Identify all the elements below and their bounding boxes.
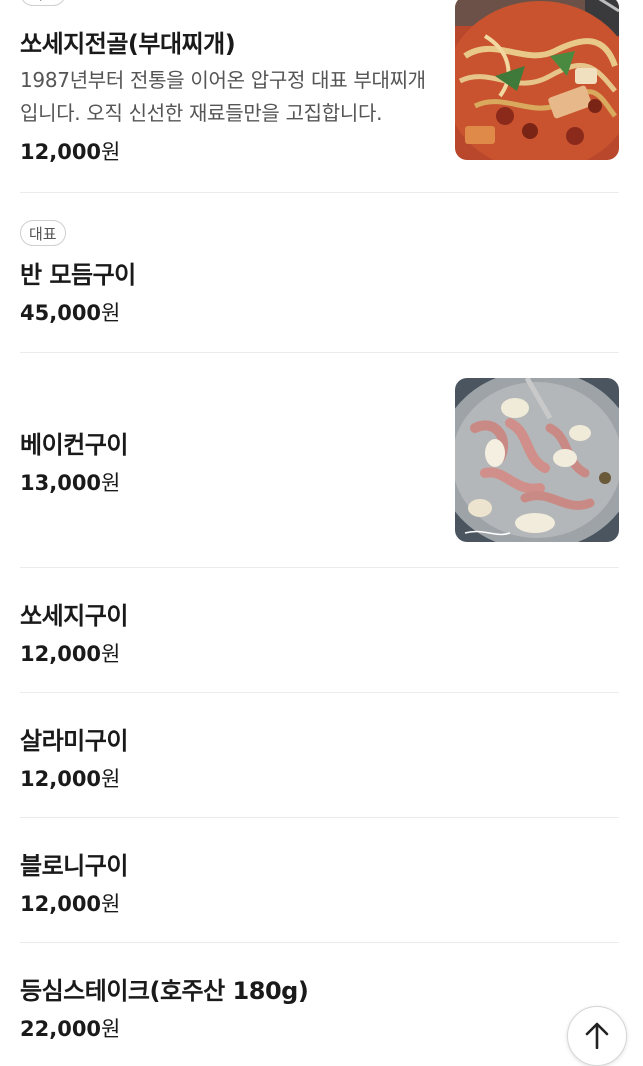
menu-item-sirloin-steak[interactable]: 등심스테이크(호주산 180g) 22,000원 xyxy=(20,943,619,1055)
menu-item-name: 반 모듬구이 xyxy=(20,261,136,289)
price-currency: 원 xyxy=(101,140,121,164)
price-currency: 원 xyxy=(101,892,121,916)
scroll-to-top-button[interactable] xyxy=(567,1006,627,1066)
arrow-up-icon xyxy=(584,1021,610,1053)
bacon-grill-photo[interactable] xyxy=(455,378,619,542)
menu-item-price: 12,000원 xyxy=(20,888,120,918)
price-currency: 원 xyxy=(101,301,121,325)
price-value: 12,000 xyxy=(20,140,102,164)
price-value: 13,000 xyxy=(20,471,102,495)
menu-item-half-assorted-grill[interactable]: 대표 반 모듬구이 45,000원 xyxy=(20,193,619,353)
menu-item-name: 블로니구이 xyxy=(20,852,128,880)
menu-item-price: 22,000원 xyxy=(20,1013,120,1043)
price-value: 12,000 xyxy=(20,767,102,791)
menu-item-sausage-grill[interactable]: 쏘세지구이 12,000원 xyxy=(20,568,619,693)
menu-item-budae-jjigae[interactable]: 대표 쏘세지전골(부대찌개) 1987년부터 전통을 이어온 압구정 대표 부대… xyxy=(20,0,619,193)
price-value: 12,000 xyxy=(20,642,102,666)
menu-item-name: 쏘세지구이 xyxy=(20,602,128,630)
menu-item-salami-grill[interactable]: 살라미구이 12,000원 xyxy=(20,693,619,818)
price-value: 12,000 xyxy=(20,892,102,916)
price-currency: 원 xyxy=(101,642,121,666)
menu-item-description: 1987년부터 전통을 이어온 압구정 대표 부대찌개 입니다. 오직 신선한 … xyxy=(20,68,426,125)
menu-item-name: 베이컨구이 xyxy=(20,431,128,459)
budae-jjigae-photo[interactable] xyxy=(455,0,619,160)
price-value: 45,000 xyxy=(20,301,102,325)
price-value: 22,000 xyxy=(20,1017,102,1041)
menu-item-price: 12,000원 xyxy=(20,638,120,668)
signature-badge: 대표 xyxy=(20,0,66,6)
menu-item-price: 45,000원 xyxy=(20,297,120,327)
menu-item-bologna-grill[interactable]: 블로니구이 12,000원 xyxy=(20,818,619,943)
menu-item-price: 13,000원 xyxy=(20,467,120,497)
menu-item-name: 살라미구이 xyxy=(20,727,128,755)
menu-item-price: 12,000원 xyxy=(20,136,120,166)
menu-item-bacon-grill[interactable]: 베이컨구이 13,000원 xyxy=(20,353,619,568)
menu-item-name: 쏘세지전골(부대찌개) xyxy=(20,30,236,58)
menu-item-price: 12,000원 xyxy=(20,763,120,793)
price-currency: 원 xyxy=(101,471,121,495)
menu-item-name: 등심스테이크(호주산 180g) xyxy=(20,977,309,1005)
signature-badge: 대표 xyxy=(20,220,66,246)
price-currency: 원 xyxy=(101,767,121,791)
price-currency: 원 xyxy=(101,1017,121,1041)
